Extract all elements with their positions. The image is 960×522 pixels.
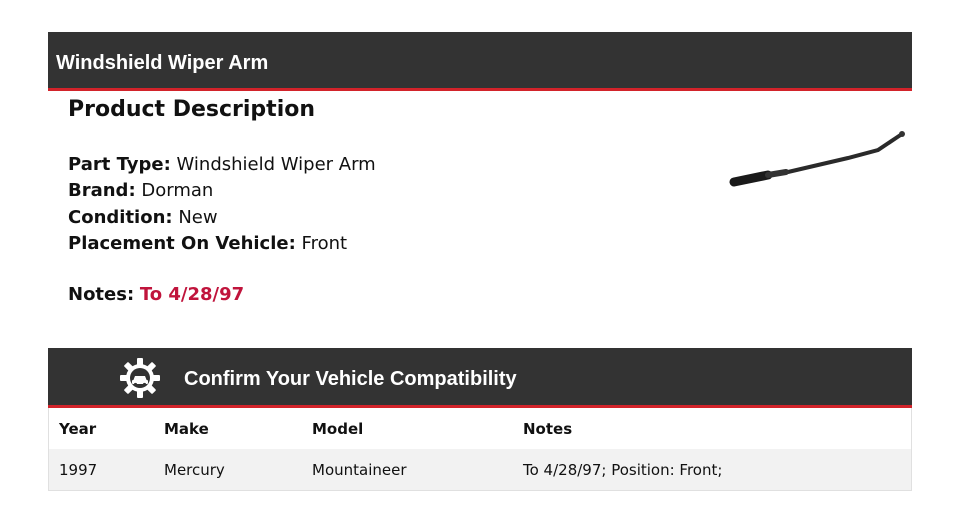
cell-notes: To 4/28/97; Position: Front; <box>523 461 723 479</box>
product-description-section: Product Description <box>68 97 315 122</box>
spec-value: Dorman <box>141 180 214 202</box>
spec-label: Placement On Vehicle: <box>68 232 296 254</box>
spec-row-placement: Placement On Vehicle: Front <box>68 231 376 257</box>
spec-value: New <box>178 206 218 228</box>
spec-value: Windshield Wiper Arm <box>176 154 376 175</box>
spec-label: Condition: <box>68 206 173 228</box>
product-title-bar: Windshield Wiper Arm <box>48 32 912 91</box>
notes-value: To 4/28/97 <box>139 284 245 305</box>
notes-row: Notes: To 4/28/97 <box>68 284 244 305</box>
spec-label: Brand: <box>68 180 136 202</box>
description-heading: Product Description <box>68 97 316 122</box>
spec-row-condition: Condition: New <box>68 205 376 231</box>
table-row: 1997 Mercury Mountaineer To 4/28/97; Pos… <box>49 449 911 490</box>
column-header-year: Year <box>59 420 97 438</box>
notes-label: Notes: <box>68 284 135 305</box>
column-header-notes: Notes <box>523 420 573 438</box>
column-header-model: Model <box>312 420 364 438</box>
compatibility-title: Confirm Your Vehicle Compatibility <box>184 368 517 390</box>
gear-car-icon <box>120 358 160 398</box>
compatibility-bar: Confirm Your Vehicle Compatibility <box>48 348 912 408</box>
cell-make: Mercury <box>164 461 225 479</box>
cell-model: Mountaineer <box>312 461 407 479</box>
column-header-make: Make <box>164 420 209 438</box>
product-title: Windshield Wiper Arm <box>56 52 269 74</box>
spec-row-brand: Brand: Dorman <box>68 178 376 204</box>
spec-list: Part Type: Windshield Wiper Arm Brand: D… <box>68 152 376 257</box>
spec-label: Part Type: <box>68 154 171 175</box>
table-header-row: Year Make Model Notes <box>49 408 911 449</box>
wiper-arm-image <box>729 131 905 187</box>
cell-year: 1997 <box>59 461 98 479</box>
compatibility-table: Year Make Model Notes 1997 Mercury Mount… <box>48 408 912 491</box>
spec-value: Front <box>301 232 348 254</box>
spec-row-part-type: Part Type: Windshield Wiper Arm <box>68 152 376 178</box>
